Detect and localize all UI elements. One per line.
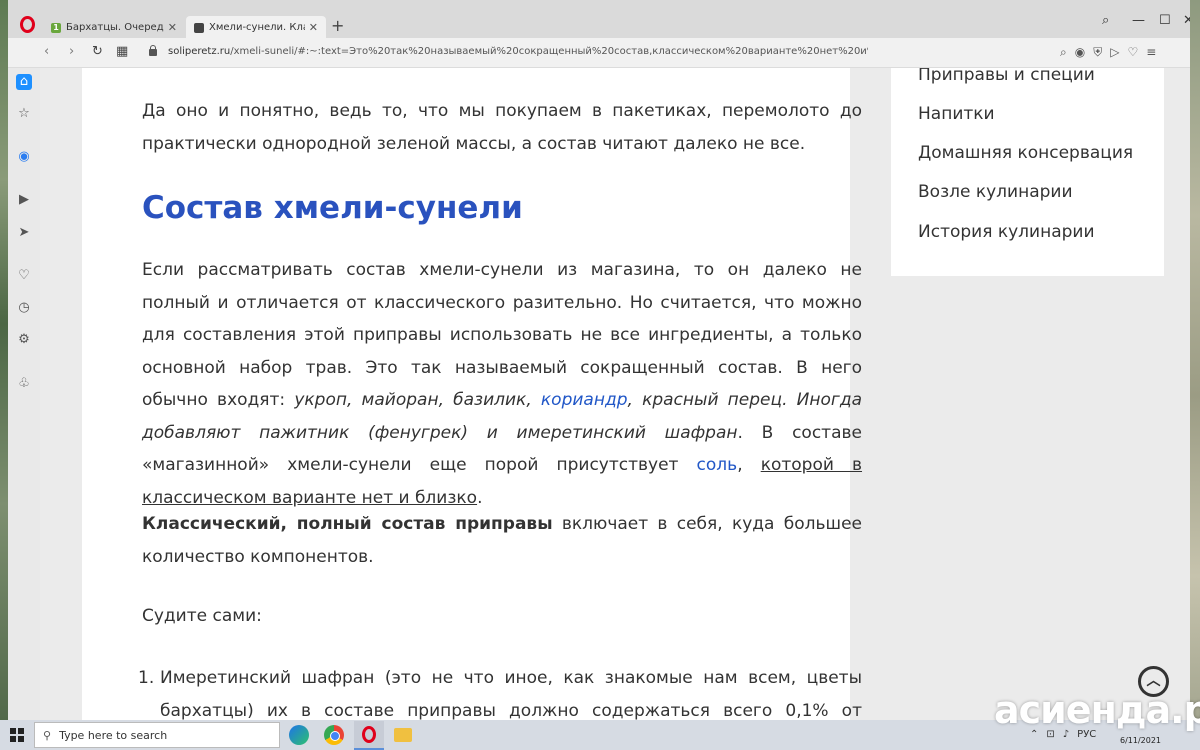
text-span: , (737, 455, 761, 475)
paragraph-classic: Классический, полный состав приправы вкл… (142, 508, 862, 573)
category-link-preserving[interactable]: Домашняя консервация (918, 142, 1133, 164)
text-span: Если рассматривать состав хмели-сунели и… (142, 260, 862, 410)
settings-icon[interactable]: ⚙ (16, 332, 32, 348)
tab-search-icon[interactable]: ⌕ (1102, 14, 1109, 28)
send-icon[interactable]: ➤ (16, 225, 32, 241)
tab-khmeli-suneli[interactable]: Хмели-сунели. Классичес ✕ (186, 16, 326, 39)
paragraph-judge: Судите сами: (142, 606, 262, 626)
star-icon[interactable]: ☆ (16, 106, 32, 122)
category-link-spices[interactable]: Приправы и специи (918, 68, 1095, 86)
text-span: . (477, 487, 483, 508)
categories-widget: Приправы и специи Напитки Домашняя консе… (891, 68, 1164, 276)
tab-close-icon[interactable]: ✕ (168, 21, 177, 34)
section-heading: Состав хмели-сунели (142, 190, 523, 226)
flow-icon[interactable]: ▷ (1110, 45, 1119, 59)
address-bar: ‹ › ↻ ▦ soliperetz.ru/xmeli-suneli/#:~:t… (8, 38, 1190, 68)
new-tab-button[interactable]: + (331, 18, 344, 34)
list-number: 1. (138, 668, 155, 688)
tab-close-icon[interactable]: ✕ (309, 21, 318, 34)
page-viewport: Да оно и понятно, ведь то, что мы покупа… (40, 68, 1190, 720)
url-path: /xmeli-suneli/#:~:text=Это%20так%20назыв… (230, 46, 868, 57)
edge-icon[interactable] (289, 725, 309, 745)
snapshot-icon[interactable]: ◉ (1075, 45, 1085, 59)
close-window-button[interactable]: ✕ (1183, 14, 1190, 28)
browser-window: 1 Бархатцы. Очередной прi ✕ Хмели-сунели… (8, 0, 1190, 720)
desktop-wallpaper-right (1190, 0, 1200, 720)
search-icon: ⚲ (43, 728, 52, 742)
chrome-icon[interactable] (324, 725, 344, 745)
site-favicon-icon (194, 22, 204, 33)
windows-start-icon[interactable] (10, 728, 24, 742)
file-explorer-icon[interactable] (394, 728, 412, 742)
messenger-icon[interactable]: ◉ (16, 149, 32, 165)
tab-title: Хмели-сунели. Классичес (209, 22, 305, 33)
watermark-logo: асиенда.ру (994, 688, 1200, 732)
url-field[interactable]: soliperetz.ru/xmeli-suneli/#:~:text=Это%… (168, 46, 868, 57)
paragraph-intro: Да оно и понятно, ведь то, что мы покупа… (142, 101, 862, 154)
opera-taskbar-icon[interactable] (354, 721, 384, 750)
opera-sidebar: ⌂ ☆ ◉ ▶ ➤ ♡ ◷ ⚙ ♧ (8, 68, 40, 720)
category-link-history[interactable]: История кулинарии (918, 221, 1095, 243)
lock-icon[interactable] (149, 45, 157, 56)
paragraph-composition: Если рассматривать состав хмели-сунели и… (142, 254, 862, 514)
easy-setup-icon[interactable]: ≡ (1146, 45, 1156, 59)
history-icon[interactable]: ◷ (16, 300, 32, 316)
back-icon[interactable]: ‹ (44, 45, 49, 59)
url-host: soliperetz.ru (168, 46, 231, 57)
shield-icon[interactable]: ⛨ (1093, 45, 1102, 59)
opera-menu-icon[interactable] (20, 16, 35, 33)
search-placeholder: Type here to search (59, 728, 168, 742)
bold-span: Классический, полный состав приправы (142, 514, 553, 534)
salt-link[interactable]: соль (697, 455, 738, 475)
clock-date[interactable]: 6/11/2021 (1120, 736, 1161, 746)
coriander-link[interactable]: кориандр (541, 390, 628, 410)
tab-title: Бархатцы. Очередной прi (66, 22, 164, 33)
home-icon[interactable]: ⌂ (16, 74, 32, 90)
tab-bar: 1 Бархатцы. Очередной прi ✕ Хмели-сунели… (8, 0, 1190, 39)
address-bar-actions: ⌕ ◉ ⛨ ▷ ♡ ≡ (1060, 45, 1156, 59)
player-icon[interactable]: ▶ (16, 192, 32, 208)
list-item-text: Имеретинский шафран (это не что иное, ка… (160, 668, 862, 720)
bookmark-heart-icon[interactable]: ♡ (1127, 45, 1138, 59)
forward-icon[interactable]: › (69, 45, 74, 59)
desktop-wallpaper-left (0, 0, 8, 720)
site-favicon-icon: 1 (51, 22, 61, 33)
minimize-button[interactable]: — (1132, 14, 1145, 28)
speed-dial-icon[interactable]: ▦ (116, 45, 128, 59)
search-icon[interactable]: ⌕ (1060, 45, 1067, 59)
article-content: Да оно и понятно, ведь то, что мы покупа… (82, 68, 862, 720)
heart-icon[interactable]: ♡ (16, 268, 32, 284)
maximize-button[interactable]: ☐ (1159, 14, 1171, 28)
taskbar-search-box[interactable]: ⚲ Type here to search (34, 722, 280, 748)
list-item: 1. Имеретинский шафран (это не что иное,… (138, 662, 862, 720)
reload-icon[interactable]: ↻ (92, 45, 103, 59)
tab-marigolds[interactable]: 1 Бархатцы. Очередной прi ✕ (43, 16, 185, 39)
category-link-drinks[interactable]: Напитки (918, 103, 995, 125)
italic-span: укроп, майоран, базилик, (294, 390, 541, 410)
bulb-icon[interactable]: ♧ (16, 376, 32, 392)
category-link-near-cooking[interactable]: Возле кулинарии (918, 181, 1073, 203)
